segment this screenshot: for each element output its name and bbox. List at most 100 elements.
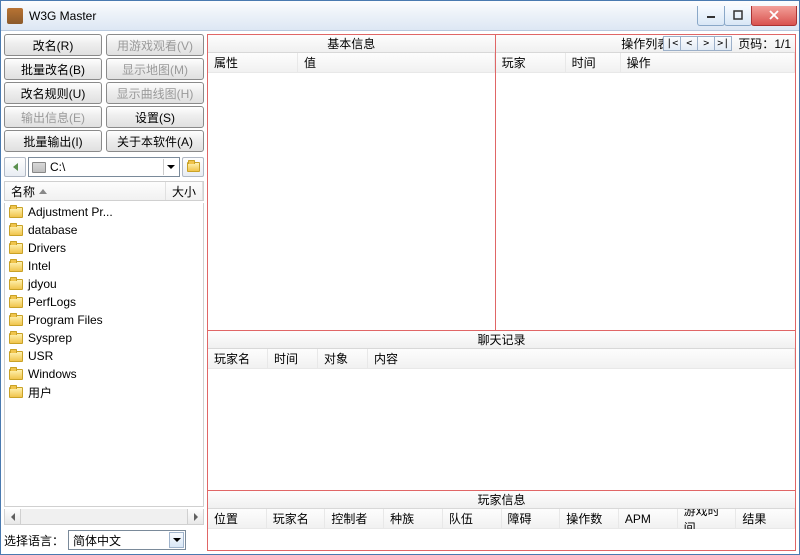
list-item[interactable]: Intel (5, 257, 203, 275)
col-player[interactable]: 玩家 (496, 53, 566, 72)
about-button[interactable]: 关于本软件(A) (106, 130, 204, 152)
col-player-info[interactable]: 控制者 (325, 509, 384, 528)
rename-rule-button[interactable]: 改名规则(U) (4, 82, 102, 104)
sort-asc-icon (39, 189, 47, 194)
file-name: Sysprep (28, 331, 72, 345)
lang-combo[interactable]: 简体中文 (68, 530, 186, 550)
file-name: PerfLogs (28, 295, 76, 309)
list-item[interactable]: Sysprep (5, 329, 203, 347)
app-icon (7, 8, 23, 24)
file-name: database (28, 223, 77, 237)
col-chat-time[interactable]: 时间 (268, 349, 318, 368)
open-folder-button[interactable] (182, 157, 204, 177)
col-attr[interactable]: 属性 (208, 53, 298, 72)
folder-icon (9, 261, 23, 272)
col-player-info[interactable]: 游戏时间 (678, 509, 737, 528)
basic-info-title: 基本信息 (208, 35, 495, 53)
scroll-left-button[interactable] (5, 509, 21, 524)
batch-output-button[interactable]: 批量输出(I) (4, 130, 102, 152)
close-button[interactable] (751, 6, 797, 26)
col-player-info[interactable]: 操作数 (560, 509, 619, 528)
file-name: Adjustment Pr... (28, 205, 113, 219)
settings-button[interactable]: 设置(S) (106, 106, 204, 128)
list-item[interactable]: database (5, 221, 203, 239)
col-size[interactable]: 大小 (166, 182, 203, 200)
ops-last-button[interactable]: >| (714, 36, 732, 51)
ops-page-label: 页码： (738, 35, 774, 52)
batch-rename-button[interactable]: 批量改名(B) (4, 58, 102, 80)
show-curve-button[interactable]: 显示曲线图(H) (106, 82, 204, 104)
minimize-button[interactable] (697, 6, 725, 26)
folder-icon (9, 387, 23, 398)
chevron-down-icon[interactable] (169, 532, 184, 548)
col-player-info[interactable]: 位置 (208, 509, 267, 528)
col-player-info[interactable]: 队伍 (443, 509, 502, 528)
folder-icon (9, 297, 23, 308)
window-title: W3G Master (29, 9, 698, 23)
col-chat-target[interactable]: 对象 (318, 349, 368, 368)
ops-prev-button[interactable]: < (680, 36, 698, 51)
folder-icon (9, 279, 23, 290)
list-item[interactable]: PerfLogs (5, 293, 203, 311)
col-player-info[interactable]: 障碍 (502, 509, 561, 528)
col-name[interactable]: 名称 (5, 182, 166, 200)
list-item[interactable]: 用户 (5, 383, 203, 401)
player-title: 玩家信息 (208, 491, 795, 509)
file-list[interactable]: Adjustment Pr... database Drivers Intel jdyo… (4, 203, 204, 507)
scroll-right-button[interactable] (187, 509, 203, 524)
file-name: jdyou (28, 277, 57, 291)
col-time[interactable]: 时间 (566, 53, 621, 72)
arrow-left-icon (13, 163, 18, 171)
col-player-info[interactable]: 结果 (736, 509, 795, 528)
watch-button[interactable]: 用游戏观看(V) (106, 34, 204, 56)
drive-icon (32, 162, 46, 173)
folder-open-icon (187, 162, 200, 172)
player-panel: 玩家信息 位置玩家名控制者种族队伍障碍操作数APM游戏时间结果 (208, 490, 795, 550)
ops-first-button[interactable]: |< (663, 36, 681, 51)
output-info-button[interactable]: 输出信息(E) (4, 106, 102, 128)
drive-combo[interactable]: C:\ (28, 157, 180, 177)
col-value[interactable]: 值 (298, 53, 495, 72)
folder-icon (9, 225, 23, 236)
rename-button[interactable]: 改名(R) (4, 34, 102, 56)
ops-body[interactable] (496, 73, 795, 330)
col-chat-content[interactable]: 内容 (368, 349, 795, 368)
file-list-header: 名称 大小 (4, 181, 204, 201)
list-item[interactable]: jdyou (5, 275, 203, 293)
folder-icon (9, 243, 23, 254)
basic-info-body[interactable] (208, 73, 495, 330)
list-item[interactable]: Windows (5, 365, 203, 383)
col-chat-player[interactable]: 玩家名 (208, 349, 268, 368)
basic-info-panel: 基本信息 属性 值 (208, 35, 496, 330)
show-map-button[interactable]: 显示地图(M) (106, 58, 204, 80)
left-column: 改名(R) 用游戏观看(V) 批量改名(B) 显示地图(M) 改名规则(U) 显… (4, 34, 204, 551)
maximize-button[interactable] (724, 6, 752, 26)
titlebar[interactable]: W3G Master (1, 1, 799, 31)
player-body[interactable] (208, 529, 795, 550)
col-player-info[interactable]: 种族 (384, 509, 443, 528)
lang-label: 选择语言： (4, 532, 64, 549)
file-name: Drivers (28, 241, 66, 255)
col-player-info[interactable]: APM (619, 509, 678, 528)
folder-icon (9, 315, 23, 326)
ops-page-value: 1/1 (774, 37, 791, 51)
col-player-info[interactable]: 玩家名 (267, 509, 326, 528)
drive-path: C:\ (50, 160, 65, 174)
right-column: 基本信息 属性 值 操作列表 |< < > >| (207, 34, 796, 551)
list-item[interactable]: Drivers (5, 239, 203, 257)
ops-next-button[interactable]: > (697, 36, 715, 51)
lang-value: 简体中文 (73, 532, 121, 549)
nav-back-button[interactable] (4, 157, 26, 177)
list-item[interactable]: Program Files (5, 311, 203, 329)
folder-icon (9, 207, 23, 218)
list-item[interactable]: USR (5, 347, 203, 365)
h-scrollbar[interactable] (4, 509, 204, 525)
chevron-down-icon[interactable] (163, 159, 177, 175)
col-op[interactable]: 操作 (621, 53, 795, 72)
chat-panel: 聊天记录 玩家名 时间 对象 内容 (208, 330, 795, 490)
list-item[interactable]: Adjustment Pr... (5, 203, 203, 221)
folder-icon (9, 369, 23, 380)
chat-body[interactable] (208, 369, 795, 490)
file-name: Intel (28, 259, 51, 273)
folder-icon (9, 333, 23, 344)
